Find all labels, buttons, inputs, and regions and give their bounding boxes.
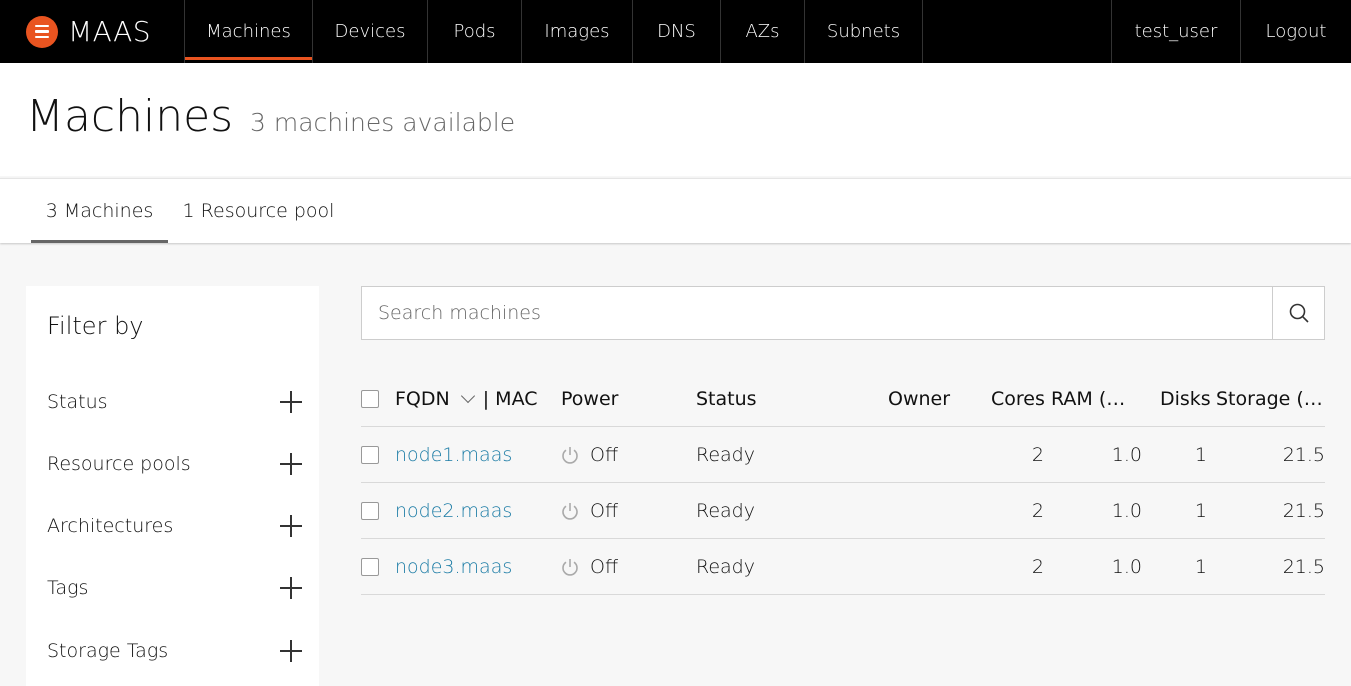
search-icon [1289, 303, 1309, 323]
machine-fqdn-link[interactable]: node1.maas [395, 427, 512, 482]
nav-item-logout[interactable]: Logout [1240, 0, 1351, 63]
page-title: Machines [26, 91, 234, 142]
nav-item-images[interactable]: Images [521, 0, 632, 63]
storage-cell: 21.5 [1282, 555, 1325, 578]
column-fqdn[interactable]: FQDN | MAC [395, 372, 538, 426]
filter-label: Tags [47, 577, 89, 599]
table-row[interactable]: node2.maas Off Ready 2 1.0 1 21.5 [361, 483, 1325, 539]
filter-title: Filter by [47, 312, 144, 340]
column-cores[interactable]: Cores [991, 372, 1045, 426]
column-ram[interactable]: RAM (… [1051, 372, 1125, 426]
power-icon [560, 501, 580, 521]
expand-plus-icon[interactable] [280, 640, 302, 662]
tab-bar: 3 Machines 1 Resource pool [0, 178, 1351, 243]
column-storage[interactable]: Storage (… [1216, 372, 1323, 426]
disks-cell: 1 [1194, 499, 1207, 522]
search-button[interactable] [1272, 287, 1324, 339]
sort-chevron-down-icon[interactable] [460, 388, 475, 404]
power-state: Off [590, 443, 619, 466]
row-checkbox[interactable] [361, 557, 379, 576]
row-checkbox[interactable] [361, 501, 379, 520]
column-fqdn-label: FQDN [395, 388, 450, 410]
nav-item-subnets[interactable]: Subnets [804, 0, 922, 63]
ram-cell: 1.0 [1111, 499, 1142, 522]
power-cell[interactable]: Off [560, 539, 618, 594]
table-row[interactable]: node1.maas Off Ready 2 1.0 1 21.5 [361, 427, 1325, 483]
nav-item-azs[interactable]: AZs [720, 0, 804, 63]
top-navigation: MAAS Machines Devices Pods Images DNS AZ… [0, 0, 1351, 63]
cores-cell: 2 [1031, 555, 1044, 578]
machine-fqdn-link[interactable]: node3.maas [395, 539, 512, 594]
expand-plus-icon[interactable] [280, 577, 302, 599]
power-icon [560, 445, 580, 465]
filter-storage-tags[interactable]: Storage Tags [47, 631, 302, 671]
maas-logo-icon [26, 15, 58, 48]
power-icon [560, 557, 580, 577]
status-cell: Ready [696, 443, 755, 466]
nav-item-devices[interactable]: Devices [312, 0, 427, 63]
filter-label: Architectures [47, 515, 174, 537]
column-status[interactable]: Status [696, 372, 757, 426]
status-cell: Ready [696, 555, 755, 578]
expand-plus-icon[interactable] [280, 515, 302, 537]
tab-resource-pool[interactable]: 1 Resource pool [176, 179, 341, 243]
nav-spacer [922, 0, 1111, 63]
filter-panel: Filter by Status Resource pools Architec… [26, 286, 319, 686]
machine-fqdn-link[interactable]: node2.maas [395, 483, 512, 538]
disks-cell: 1 [1194, 555, 1207, 578]
nav-item-dns[interactable]: DNS [632, 0, 720, 63]
column-owner[interactable]: Owner [888, 372, 950, 426]
power-state: Off [590, 499, 619, 522]
row-checkbox[interactable] [361, 445, 379, 464]
ram-cell: 1.0 [1111, 555, 1142, 578]
power-cell[interactable]: Off [560, 483, 618, 538]
brand[interactable]: MAAS [0, 0, 184, 63]
power-state: Off [590, 555, 619, 578]
expand-plus-icon[interactable] [280, 391, 302, 413]
power-cell[interactable]: Off [560, 427, 618, 482]
disks-cell: 1 [1194, 443, 1207, 466]
filter-label: Resource pools [47, 453, 191, 475]
filter-status[interactable]: Status [47, 382, 302, 422]
filter-resource-pools[interactable]: Resource pools [47, 444, 302, 484]
select-all-checkbox[interactable] [361, 390, 379, 408]
nav-item-pods[interactable]: Pods [427, 0, 521, 63]
nav-item-machines[interactable]: Machines [184, 0, 312, 63]
table-row[interactable]: node3.maas Off Ready 2 1.0 1 21.5 [361, 539, 1325, 595]
expand-plus-icon[interactable] [280, 453, 302, 475]
page-subtitle: 3 machines available [250, 108, 516, 137]
status-cell: Ready [696, 499, 755, 522]
storage-cell: 21.5 [1282, 443, 1325, 466]
nav-item-user[interactable]: test_user [1111, 0, 1240, 63]
machines-table: FQDN | MAC Power Status Owner Cores RAM … [361, 372, 1325, 595]
column-mac-label[interactable]: | MAC [483, 388, 538, 410]
search-box [361, 286, 1325, 340]
column-disks[interactable]: Disks [1160, 372, 1211, 426]
filter-label: Status [47, 391, 108, 413]
brand-name: MAAS [68, 15, 152, 48]
page-header: Machines 3 machines available [0, 63, 1351, 176]
cores-cell: 2 [1031, 443, 1044, 466]
table-header: FQDN | MAC Power Status Owner Cores RAM … [361, 372, 1325, 427]
column-power[interactable]: Power [561, 372, 618, 426]
filter-tags[interactable]: Tags [47, 568, 302, 608]
filter-architectures[interactable]: Architectures [47, 506, 302, 546]
cores-cell: 2 [1031, 499, 1044, 522]
tab-machines[interactable]: 3 Machines [31, 179, 168, 243]
storage-cell: 21.5 [1282, 499, 1325, 522]
search-input[interactable] [362, 287, 1274, 339]
ram-cell: 1.0 [1111, 443, 1142, 466]
filter-label: Storage Tags [47, 640, 169, 662]
